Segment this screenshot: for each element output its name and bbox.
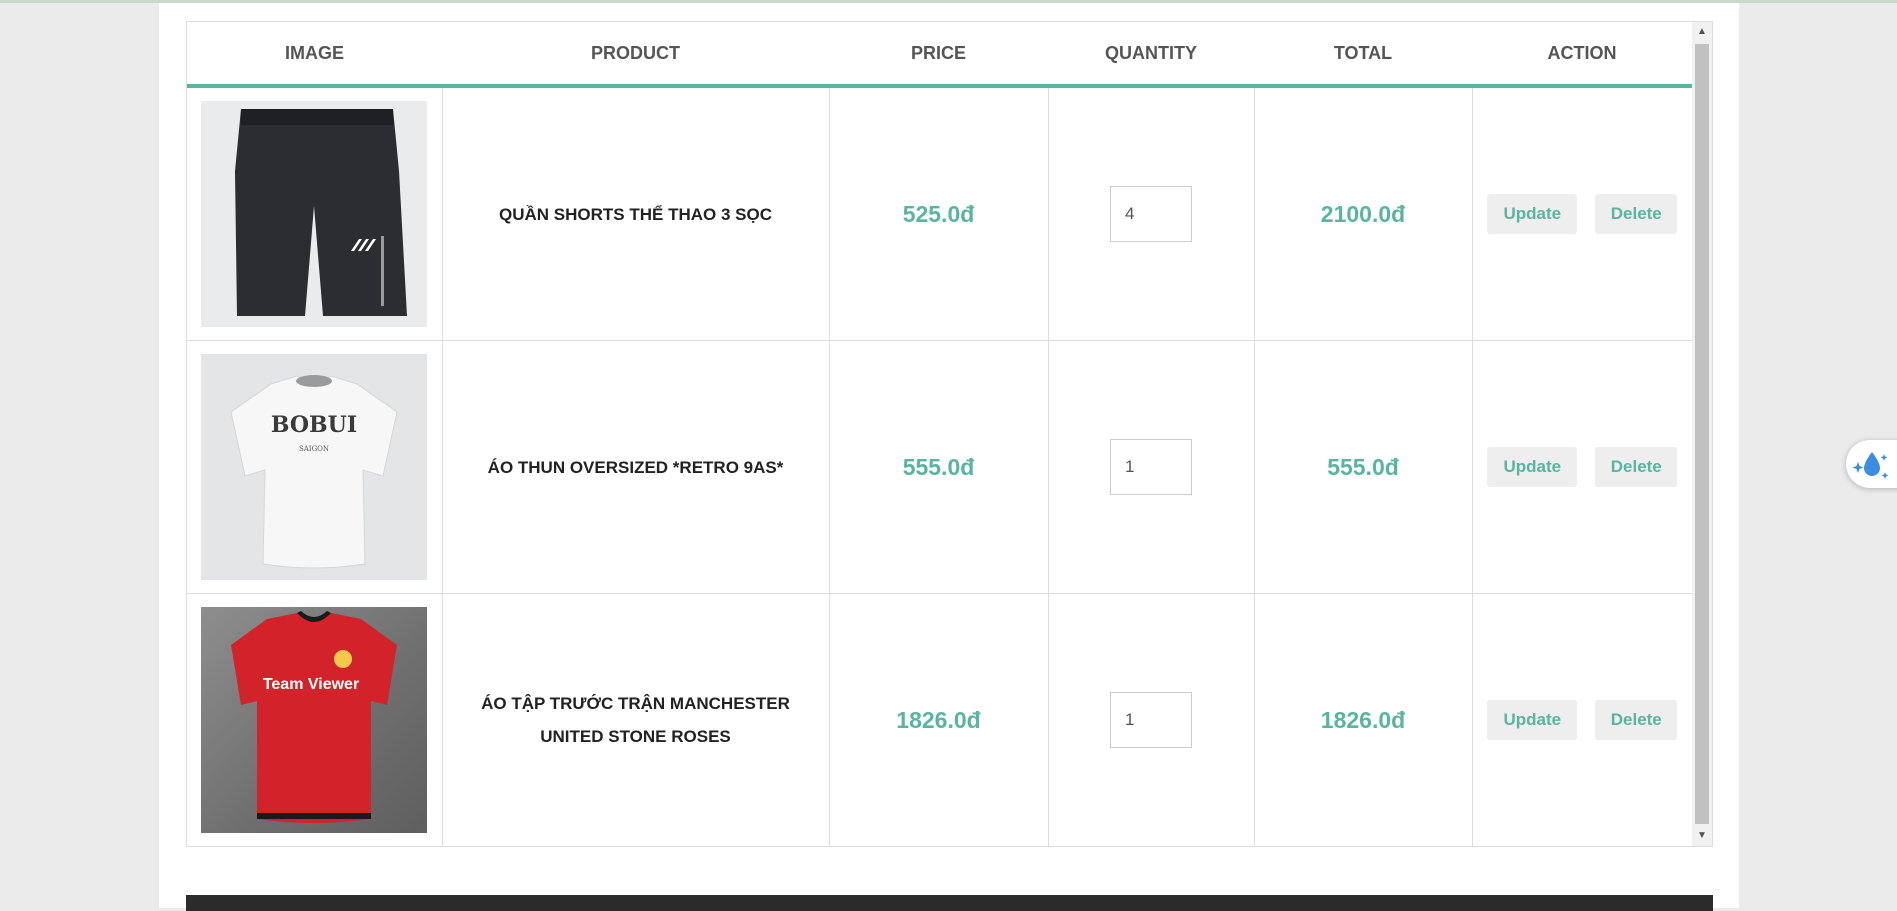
header-product: PRODUCT xyxy=(442,22,829,88)
image-cell: Team Viewer xyxy=(187,593,443,846)
product-name: QUẦN SHORTS THỂ THAO 3 SỌC xyxy=(499,204,772,224)
floating-widget-button[interactable] xyxy=(1846,440,1897,488)
price-value: 525.0đ xyxy=(902,200,975,227)
cart-table-container[interactable]: IMAGE PRODUCT PRICE QUANTITY TOTAL ACTIO… xyxy=(186,21,1713,847)
cart-row: BOBUI SAIGON ÁO THUN OVERSIZED *RETRO 9A… xyxy=(187,340,1692,594)
svg-text:Team Viewer: Team Viewer xyxy=(263,676,359,693)
cart-header-row: IMAGE PRODUCT PRICE QUANTITY TOTAL ACTIO… xyxy=(187,22,1692,88)
product-name: ÁO THUN OVERSIZED *RETRO 9AS* xyxy=(487,457,784,477)
price-cell: 525.0đ xyxy=(829,86,1049,341)
delete-button[interactable]: Delete xyxy=(1595,194,1678,234)
total-cell: 555.0đ xyxy=(1254,340,1473,594)
header-price: PRICE xyxy=(829,22,1048,88)
svg-text:SAIGON: SAIGON xyxy=(299,445,329,453)
image-cell xyxy=(187,86,443,341)
header-image: IMAGE xyxy=(187,22,442,88)
total-value: 555.0đ xyxy=(1327,453,1399,480)
cart-page: IMAGE PRODUCT PRICE QUANTITY TOTAL ACTIO… xyxy=(159,3,1739,911)
total-cell: 2100.0đ xyxy=(1254,86,1473,341)
price-value: 1826.0đ xyxy=(896,706,981,733)
action-cell: Update Delete xyxy=(1472,86,1692,341)
delete-button[interactable]: Delete xyxy=(1595,700,1678,740)
quantity-input[interactable] xyxy=(1110,692,1192,748)
quantity-input[interactable] xyxy=(1110,439,1192,495)
header-quantity: QUANTITY xyxy=(1048,22,1254,88)
image-cell: BOBUI SAIGON xyxy=(187,340,443,594)
red-football-jersey-image: Team Viewer xyxy=(201,607,427,833)
total-value: 1826.0đ xyxy=(1320,706,1406,733)
price-cell: 555.0đ xyxy=(829,340,1049,594)
svg-text:BOBUI: BOBUI xyxy=(271,412,357,438)
cart-row: QUẦN SHORTS THỂ THAO 3 SỌC 525.0đ 2100.0… xyxy=(187,86,1692,341)
vertical-scrollbar[interactable]: ▲ ▼ xyxy=(1692,22,1712,846)
total-value: 2100.0đ xyxy=(1320,200,1406,227)
water-drop-sparkle-icon xyxy=(1852,452,1889,479)
update-button[interactable]: Update xyxy=(1487,194,1578,234)
cart-table: IMAGE PRODUCT PRICE QUANTITY TOTAL ACTIO… xyxy=(187,22,1692,846)
header-total: TOTAL xyxy=(1254,22,1472,88)
scroll-thumb[interactable] xyxy=(1695,44,1709,824)
quantity-cell xyxy=(1048,86,1255,341)
product-name: ÁO TẬP TRƯỚC TRẬN MANCHESTER UNITED STON… xyxy=(481,694,790,746)
white-tshirt-image: BOBUI SAIGON xyxy=(201,354,427,580)
quantity-input[interactable] xyxy=(1110,186,1192,242)
total-cell: 1826.0đ xyxy=(1254,593,1473,846)
price-cell: 1826.0đ xyxy=(829,593,1049,846)
product-cell: ÁO THUN OVERSIZED *RETRO 9AS* xyxy=(442,340,830,594)
update-button[interactable]: Update xyxy=(1487,447,1578,487)
action-cell: Update Delete xyxy=(1472,594,1692,847)
footer-bar xyxy=(186,895,1713,911)
cart-row: Team Viewer ÁO TẬP TRƯỚC TRẬN MANCHESTER… xyxy=(187,593,1692,847)
delete-button[interactable]: Delete xyxy=(1595,447,1678,487)
black-shorts-image xyxy=(201,101,427,327)
price-value: 555.0đ xyxy=(902,453,975,480)
action-cell: Update Delete xyxy=(1472,340,1692,594)
update-button[interactable]: Update xyxy=(1487,700,1578,740)
scroll-down-arrow-icon[interactable]: ▼ xyxy=(1692,826,1712,846)
scroll-up-arrow-icon[interactable]: ▲ xyxy=(1692,22,1712,42)
header-action: ACTION xyxy=(1472,22,1692,88)
quantity-cell xyxy=(1048,340,1255,594)
product-cell: QUẦN SHORTS THỂ THAO 3 SỌC xyxy=(442,86,830,341)
quantity-cell xyxy=(1048,593,1255,846)
product-cell: ÁO TẬP TRƯỚC TRẬN MANCHESTER UNITED STON… xyxy=(442,593,830,846)
